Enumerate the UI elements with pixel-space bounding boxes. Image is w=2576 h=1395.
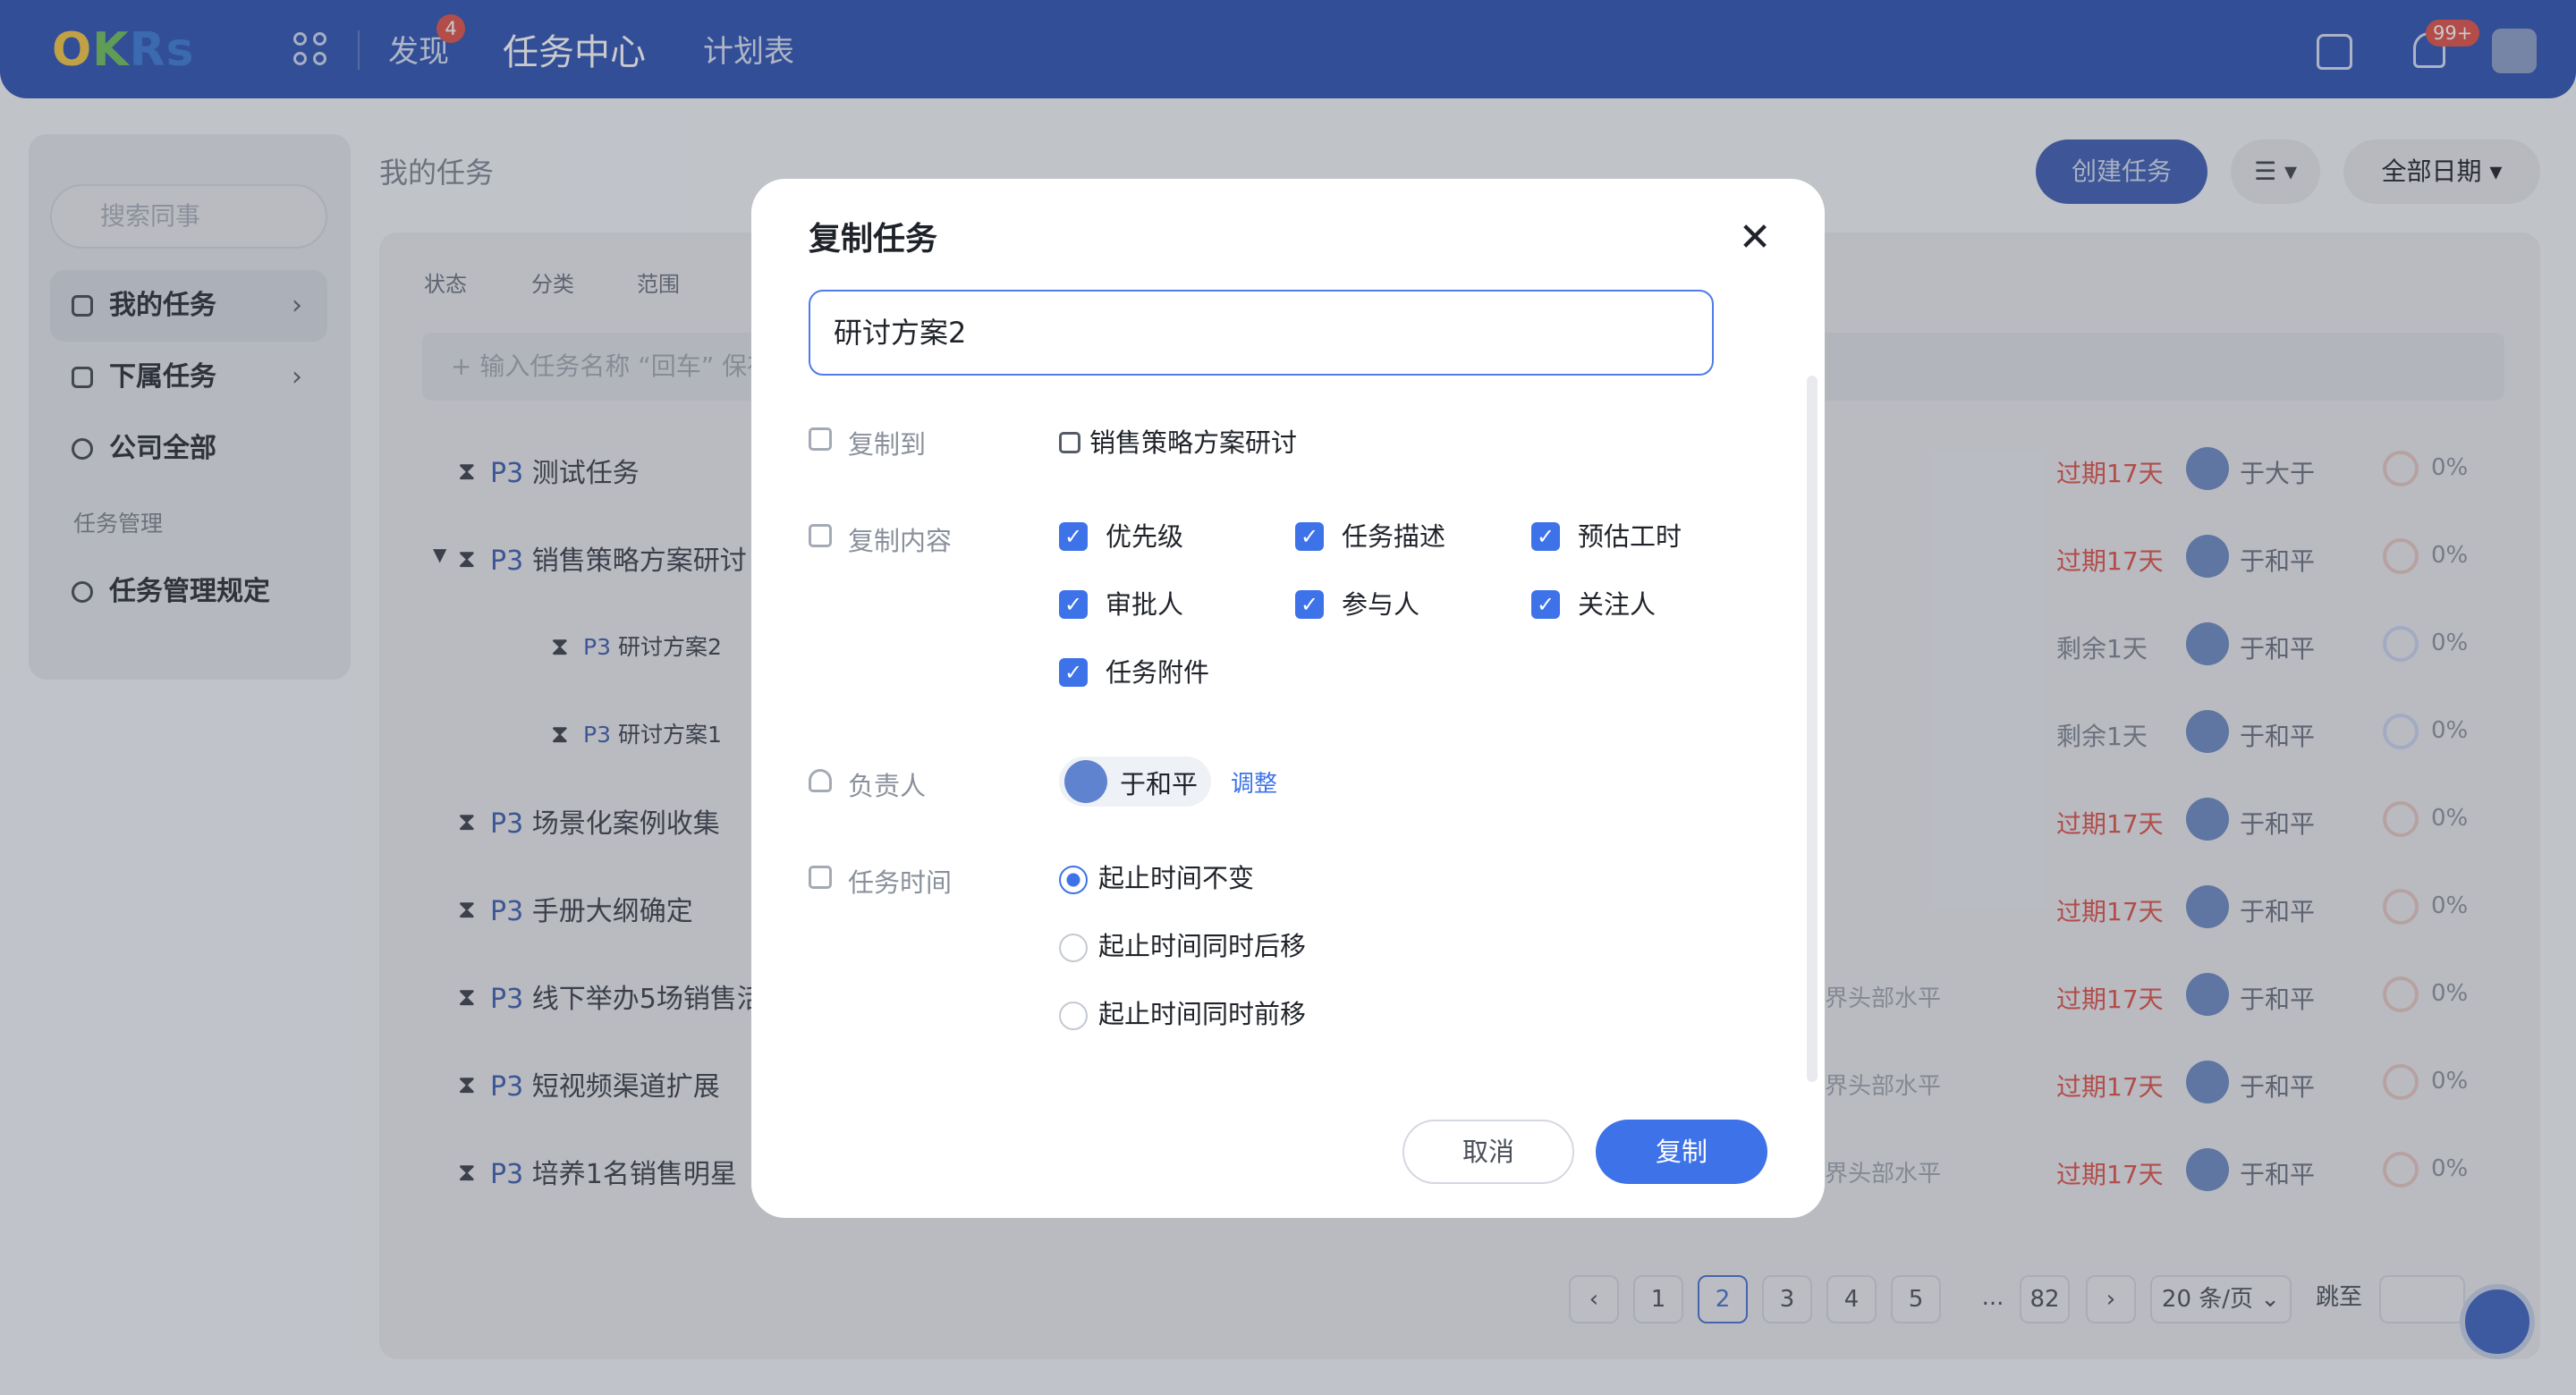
- dialog-title: 复制任务: [809, 221, 938, 258]
- calendar-icon: [809, 866, 832, 889]
- user-icon: [809, 769, 832, 792]
- task-name-input[interactable]: 研讨方案2: [809, 290, 1714, 376]
- copy-to-label: 复制到: [848, 429, 927, 460]
- copy-task-dialog: 复制任务 ✕ 研讨方案2 复制到 销售策略方案研讨 复制内容 优先级 任务描述 …: [751, 179, 1825, 1218]
- checkbox-square-icon: [1059, 432, 1080, 453]
- checkbox-description[interactable]: 任务描述: [1295, 520, 1445, 553]
- task-time-label: 任务时间: [848, 867, 953, 898]
- checkbox-approver[interactable]: 审批人: [1059, 588, 1183, 621]
- checkbox-estimate[interactable]: 预估工时: [1531, 520, 1682, 553]
- copy-to-target[interactable]: 销售策略方案研讨: [1059, 422, 1297, 460]
- copy-button[interactable]: 复制: [1596, 1120, 1767, 1184]
- radio-time-shift-later[interactable]: 起止时间同时后移: [1059, 930, 1306, 962]
- copy-content-label: 复制内容: [848, 526, 953, 556]
- owner-label: 负责人: [848, 771, 927, 801]
- checkbox-attachments[interactable]: 任务附件: [1059, 656, 1209, 689]
- close-icon[interactable]: ✕: [1737, 218, 1773, 258]
- avatar: [1064, 760, 1107, 803]
- checkbox-participants[interactable]: 参与人: [1295, 588, 1419, 621]
- owner-chip: 于和平: [1059, 757, 1211, 807]
- checkbox-followers[interactable]: 关注人: [1531, 588, 1656, 621]
- radio-time-unchanged[interactable]: 起止时间不变: [1059, 862, 1254, 894]
- owner-name: 于和平: [1120, 769, 1199, 799]
- copy-icon: [809, 427, 832, 451]
- adjust-owner-link[interactable]: 调整: [1231, 765, 1277, 799]
- dialog-scrollbar[interactable]: [1807, 376, 1818, 1082]
- folder-icon: [809, 524, 832, 547]
- radio-time-shift-earlier[interactable]: 起止时间同时前移: [1059, 998, 1306, 1030]
- checkbox-priority[interactable]: 优先级: [1059, 520, 1183, 553]
- cancel-button[interactable]: 取消: [1402, 1120, 1574, 1184]
